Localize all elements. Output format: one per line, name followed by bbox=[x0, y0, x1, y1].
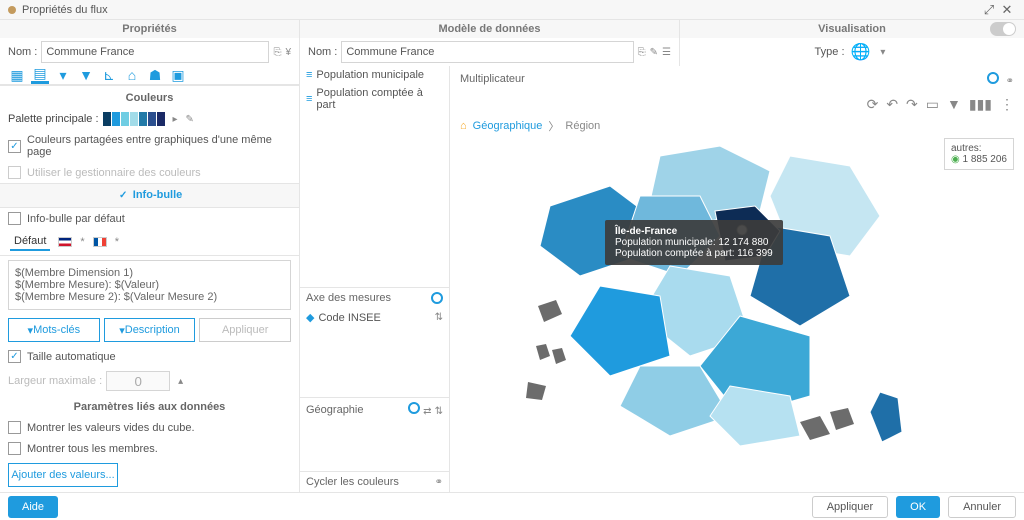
edit-icon[interactable]: ✎ bbox=[650, 47, 658, 58]
copy-icon-2[interactable]: ⎘ bbox=[638, 47, 646, 58]
show-all-checkbox[interactable] bbox=[8, 442, 21, 455]
dim-code-insee[interactable]: ◆Code INSEE⇅ bbox=[300, 308, 449, 327]
axis-measures-section: Axe des mesures bbox=[300, 287, 449, 308]
more-icon[interactable]: ⋮ bbox=[1000, 96, 1014, 113]
ring-icon[interactable] bbox=[431, 292, 443, 304]
colors-header: Couleurs bbox=[0, 86, 299, 108]
tooltip-template[interactable]: $(Membre Dimension 1) $(Membre Mesure): … bbox=[8, 260, 291, 310]
panel-title-properties: Propriétés bbox=[0, 20, 299, 38]
panel-title-visualisation: Visualisation bbox=[680, 20, 1024, 38]
vis-toggle[interactable] bbox=[990, 22, 1016, 36]
redo-icon[interactable]: ↷ bbox=[906, 96, 918, 113]
tab-briefcase-icon[interactable]: ▣ bbox=[169, 66, 187, 84]
stepper-up-icon: ▴ bbox=[174, 376, 187, 387]
ring-icon-2[interactable] bbox=[408, 402, 420, 414]
max-width-label: Largeur maximale : bbox=[8, 375, 102, 387]
auto-size-label: Taille automatique bbox=[27, 351, 116, 363]
chevron-down-icon[interactable]: ▾ bbox=[876, 47, 889, 58]
auto-size-checkbox[interactable]: ✓ bbox=[8, 350, 21, 363]
add-values-button[interactable]: Ajouter des valeurs... bbox=[8, 463, 118, 487]
link-icon-2[interactable]: ⚭ bbox=[1006, 76, 1014, 87]
vis-type-label: Type : bbox=[815, 46, 845, 58]
measure-pop-apart[interactable]: ≡Population comptée à part bbox=[300, 84, 449, 114]
keywords-button[interactable]: ▾ Mots-clés bbox=[8, 318, 100, 342]
flag-fr-icon[interactable] bbox=[93, 237, 107, 247]
tab-layers-icon[interactable]: ▤ bbox=[31, 66, 49, 84]
tab-chevron-icon[interactable]: ▾ bbox=[54, 66, 72, 84]
multiplier-label: Multiplicateur bbox=[460, 73, 525, 85]
hierarchy-icon[interactable]: ⇅ bbox=[435, 312, 443, 323]
tab-ruler-icon[interactable]: ⊾ bbox=[100, 66, 118, 84]
property-tabs: ▦ ▤ ▾ ▼ ⊾ ⌂ ☗ ▣ bbox=[0, 66, 299, 86]
link-icon[interactable]: ⚭ bbox=[435, 477, 443, 488]
max-width-input bbox=[106, 371, 170, 391]
geography-section: Géographie ⇄ ⇅ bbox=[300, 397, 449, 421]
tab-grid-icon[interactable]: ▦ bbox=[8, 66, 26, 84]
app-dot-icon bbox=[8, 6, 16, 14]
breadcrumb-region[interactable]: Région bbox=[565, 120, 600, 132]
panel-title-model: Modèle de données bbox=[300, 20, 679, 38]
tab-shield-icon[interactable]: ☗ bbox=[146, 66, 164, 84]
france-map[interactable] bbox=[520, 136, 920, 446]
measure-pop-municipale[interactable]: ≡Population municipale bbox=[300, 66, 449, 84]
show-empty-checkbox[interactable] bbox=[8, 421, 21, 434]
show-all-label: Montrer tous les membres. bbox=[27, 443, 158, 455]
refresh-icon[interactable]: ⟳ bbox=[867, 96, 879, 113]
default-tooltip-label: Info-bulle par défaut bbox=[27, 213, 125, 225]
expand-icon[interactable]: ⤢ bbox=[980, 1, 998, 19]
description-button[interactable]: ▾ Description bbox=[104, 318, 196, 342]
tab-tag-icon[interactable]: ⌂ bbox=[123, 66, 141, 84]
infobulle-check-icon[interactable]: ✓ bbox=[117, 189, 130, 202]
color-manager-checkbox bbox=[8, 166, 21, 179]
hierarchy-icon-2[interactable]: ⇅ bbox=[435, 406, 443, 417]
home-icon[interactable]: ⌂ bbox=[460, 120, 467, 132]
others-box: autres: ◉ 1 885 206 bbox=[944, 138, 1014, 170]
map-tooltip: Île-de-France Population municipale: 12 … bbox=[605, 220, 783, 265]
cycle-colors-section: Cycler les couleurs ⚭ bbox=[300, 471, 449, 492]
name-label: Nom : bbox=[8, 46, 37, 58]
vis-toolbar: ⟳ ↶ ↷ ▭ ▼ ▮▮▮ ⋮ bbox=[450, 92, 1024, 116]
infobulle-header: Info-bulle bbox=[133, 189, 183, 201]
pin-icon: ◉ bbox=[951, 154, 960, 165]
help-button[interactable]: Aide bbox=[8, 496, 58, 518]
name-label-2: Nom : bbox=[308, 46, 337, 58]
ring-icon-3[interactable] bbox=[987, 72, 999, 84]
currency-icon[interactable]: ¥ bbox=[285, 47, 291, 58]
share-colors-checkbox[interactable]: ✓ bbox=[8, 140, 21, 153]
share-colors-label: Couleurs partagées entre graphiques d'un… bbox=[27, 134, 291, 158]
window-title: Propriétés du flux bbox=[22, 4, 980, 16]
copy-icon[interactable]: ⎘ bbox=[273, 47, 281, 58]
flag-uk-icon[interactable] bbox=[58, 237, 72, 247]
tab-filter-icon[interactable]: ▼ bbox=[77, 66, 95, 84]
palette-chevron-icon[interactable]: ▸ bbox=[169, 114, 182, 125]
cancel-button[interactable]: Annuler bbox=[948, 496, 1016, 518]
color-manager-label: Utiliser le gestionnaire des couleurs bbox=[27, 167, 201, 179]
bars-icon[interactable]: ▮▮▮ bbox=[969, 96, 992, 113]
database-icon[interactable]: ☰ bbox=[662, 47, 671, 58]
globe-icon[interactable]: 🌐 bbox=[851, 42, 871, 62]
swap-icon[interactable]: ⇄ bbox=[423, 406, 431, 417]
undo-icon[interactable]: ↶ bbox=[886, 96, 898, 113]
close-icon[interactable]: ✕ bbox=[998, 1, 1016, 19]
data-params-header: Paramètres liés aux données bbox=[0, 395, 299, 417]
default-tooltip-checkbox[interactable] bbox=[8, 212, 21, 225]
apply-template-button: Appliquer bbox=[199, 318, 291, 342]
model-name-input[interactable] bbox=[341, 41, 633, 63]
breadcrumb: ⌂ Géographique 〉 Région bbox=[450, 116, 1024, 136]
apply-button[interactable]: Appliquer bbox=[812, 496, 888, 518]
subtab-default[interactable]: Défaut bbox=[10, 233, 50, 251]
filter-icon[interactable]: ▼ bbox=[947, 96, 961, 112]
cast-icon[interactable]: ▭ bbox=[926, 96, 939, 113]
show-empty-label: Montrer les valeurs vides du cube. bbox=[27, 422, 195, 434]
flux-name-input[interactable] bbox=[41, 41, 269, 63]
palette-label: Palette principale : bbox=[8, 113, 99, 125]
breadcrumb-geographique[interactable]: Géographique bbox=[473, 120, 543, 132]
palette-swatches[interactable] bbox=[103, 112, 165, 126]
ok-button[interactable]: OK bbox=[896, 496, 940, 518]
edit-palette-icon[interactable]: ✎ bbox=[186, 114, 194, 125]
